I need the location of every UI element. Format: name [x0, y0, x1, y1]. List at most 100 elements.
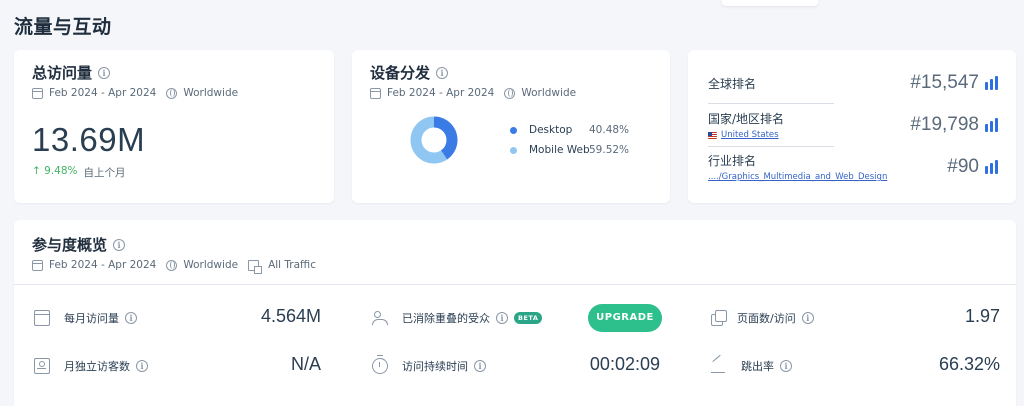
rank-divider: [708, 146, 834, 147]
global-rank-label: 全球排名: [708, 76, 757, 91]
calendar-icon: [34, 310, 50, 326]
legend-item-mobile-web: Mobile Web 59.52%: [510, 142, 629, 158]
country-rank-number: #19,798: [910, 114, 979, 135]
date-range: Feb 2024 - Apr 2024: [49, 259, 157, 271]
metric-dedup-audience: 已消除重叠的受众 i BETA: [372, 310, 543, 326]
card-title-row: 设备分发 i: [370, 62, 652, 83]
visitor-icon: [34, 358, 50, 374]
region: Worldwide: [521, 87, 577, 99]
industry-rank-label: 行业排名: [708, 154, 757, 168]
rank-bars-icon[interactable]: [985, 160, 998, 174]
section-title: 流量与互动: [14, 16, 112, 38]
visits-change: ↑ 9.48% 自上个月: [32, 165, 316, 180]
metric-label-row: 已消除重叠的受众 i BETA: [402, 310, 543, 326]
engagement-divider: [14, 284, 1016, 285]
traffic-type: All Traffic: [268, 259, 316, 271]
change-percent: ↑ 9.48%: [32, 165, 78, 177]
legend-label: Desktop: [529, 124, 573, 136]
metric-pages-per-visit: 页面数/访问 i: [711, 310, 814, 326]
metric-label-row: 页面数/访问 i: [737, 310, 814, 326]
metric-label: 页面数/访问: [737, 312, 796, 325]
device-legend: Desktop 40.48% Mobile Web 59.52%: [510, 122, 629, 162]
card-title-row: 总访问量 i: [32, 62, 316, 83]
metric-label: 月独立访客数: [64, 360, 130, 373]
legend-dot-mobile-web: [510, 146, 517, 154]
change-label: 自上个月: [83, 167, 126, 179]
timer-icon: [372, 355, 388, 374]
metric-label-row: 跳出率 i: [741, 358, 792, 374]
upgrade-button[interactable]: UPGRADE: [588, 304, 662, 332]
meta-row: Feb 2024 - Apr 2024 Worldwide: [32, 87, 316, 99]
globe-icon: [166, 87, 178, 99]
metric-label: 已消除重叠的受众: [402, 312, 490, 325]
metric-label-row: 每月访问量 i: [64, 310, 137, 326]
date-range: Feb 2024 - Apr 2024: [387, 87, 495, 99]
info-icon[interactable]: i: [780, 360, 792, 372]
metric-unique-visitors: 月独立访客数 i: [34, 358, 148, 374]
beta-badge: BETA: [514, 312, 543, 324]
country-rank-label: 国家/地区排名: [708, 112, 785, 126]
country-link[interactable]: United States: [708, 130, 784, 140]
metric-bounce-rate: 跳出率 i: [711, 358, 792, 374]
global-rank-number: #15,547: [910, 72, 979, 93]
meta-row: Feb 2024 - Apr 2024 Worldwide: [370, 87, 652, 99]
calendar-icon: [32, 259, 43, 271]
region: Worldwide: [183, 87, 239, 99]
visit-duration-value: 00:02:09: [589, 354, 660, 374]
global-rank-value: #15,547: [910, 72, 998, 94]
traffic-source-icon: [248, 259, 263, 274]
engagement-overview-card: 参与度概览 i Feb 2024 - Apr 2024 Worldwide Al…: [14, 220, 1016, 406]
engagement-header: 参与度概览 i Feb 2024 - Apr 2024 Worldwide Al…: [14, 220, 1016, 284]
us-flag-icon: [708, 131, 717, 139]
globe-icon: [504, 87, 516, 99]
legend-value: 40.48%: [589, 124, 630, 136]
globe-icon: [166, 259, 178, 271]
metric-label: 访问持续时间: [402, 360, 468, 373]
country-name: United States: [721, 130, 779, 140]
info-icon[interactable]: i: [474, 360, 486, 372]
industry-rank-number: #90: [947, 156, 979, 177]
metric-label: 每月访问量: [64, 312, 119, 325]
donut-svg: [410, 116, 458, 164]
rank-card: 全球排名 #15,547 国家/地区排名 United States #19,7…: [688, 50, 1016, 203]
metric-label-row: 月独立访客数 i: [64, 358, 148, 374]
device-donut-chart[interactable]: [410, 116, 458, 164]
info-icon[interactable]: i: [113, 238, 126, 251]
country-rank-text: 国家/地区排名 United States: [708, 110, 784, 140]
legend-dot-desktop: [510, 126, 517, 134]
industry-rank-value: #90: [947, 156, 998, 178]
pages-icon: [711, 310, 727, 326]
unique-visitors-value: N/A: [290, 354, 321, 374]
legend-value: 59.52%: [589, 144, 630, 156]
info-icon[interactable]: i: [98, 66, 111, 79]
calendar-icon: [32, 87, 43, 99]
country-rank-value: #19,798: [910, 114, 998, 136]
industry-rank-row: 行业排名 ..../Graphics_Multimedia_and_Web_De…: [708, 152, 998, 182]
rank-bars-icon[interactable]: [985, 118, 998, 132]
metric-monthly-visits: 每月访问量 i: [34, 310, 137, 326]
metric-label-row: 访问持续时间 i: [402, 358, 486, 374]
engagement-title: 参与度概览: [32, 236, 108, 254]
industry-link[interactable]: ..../Graphics_Multimedia_and_Web_Design: [708, 172, 887, 182]
total-visits-card: 总访问量 i Feb 2024 - Apr 2024 Worldwide 13.…: [14, 50, 334, 203]
info-icon[interactable]: i: [136, 360, 148, 372]
info-icon[interactable]: i: [125, 312, 137, 324]
legend-label: Mobile Web: [529, 144, 590, 156]
device-distribution-card: 设备分发 i Feb 2024 - Apr 2024 Worldwide Des…: [352, 50, 670, 203]
rank-bars-icon[interactable]: [985, 76, 998, 90]
info-icon[interactable]: i: [436, 66, 449, 79]
info-icon[interactable]: i: [496, 312, 508, 324]
metric-visit-duration: 访问持续时间 i: [372, 355, 486, 374]
region: Worldwide: [183, 259, 239, 271]
bounce-rate-value: 66.32%: [938, 354, 1000, 374]
global-rank-row: 全球排名 #15,547: [708, 72, 998, 94]
total-visits-title: 总访问量: [32, 64, 93, 82]
bounce-icon: [711, 358, 727, 374]
total-visits-value: 13.69M: [32, 121, 146, 158]
metric-label: 跳出率: [741, 360, 774, 373]
card-title-row: 参与度概览 i: [32, 234, 998, 255]
device-distribution-title: 设备分发: [370, 64, 431, 82]
rank-divider: [708, 103, 834, 104]
info-icon[interactable]: i: [801, 312, 814, 324]
date-range: Feb 2024 - Apr 2024: [49, 87, 157, 99]
